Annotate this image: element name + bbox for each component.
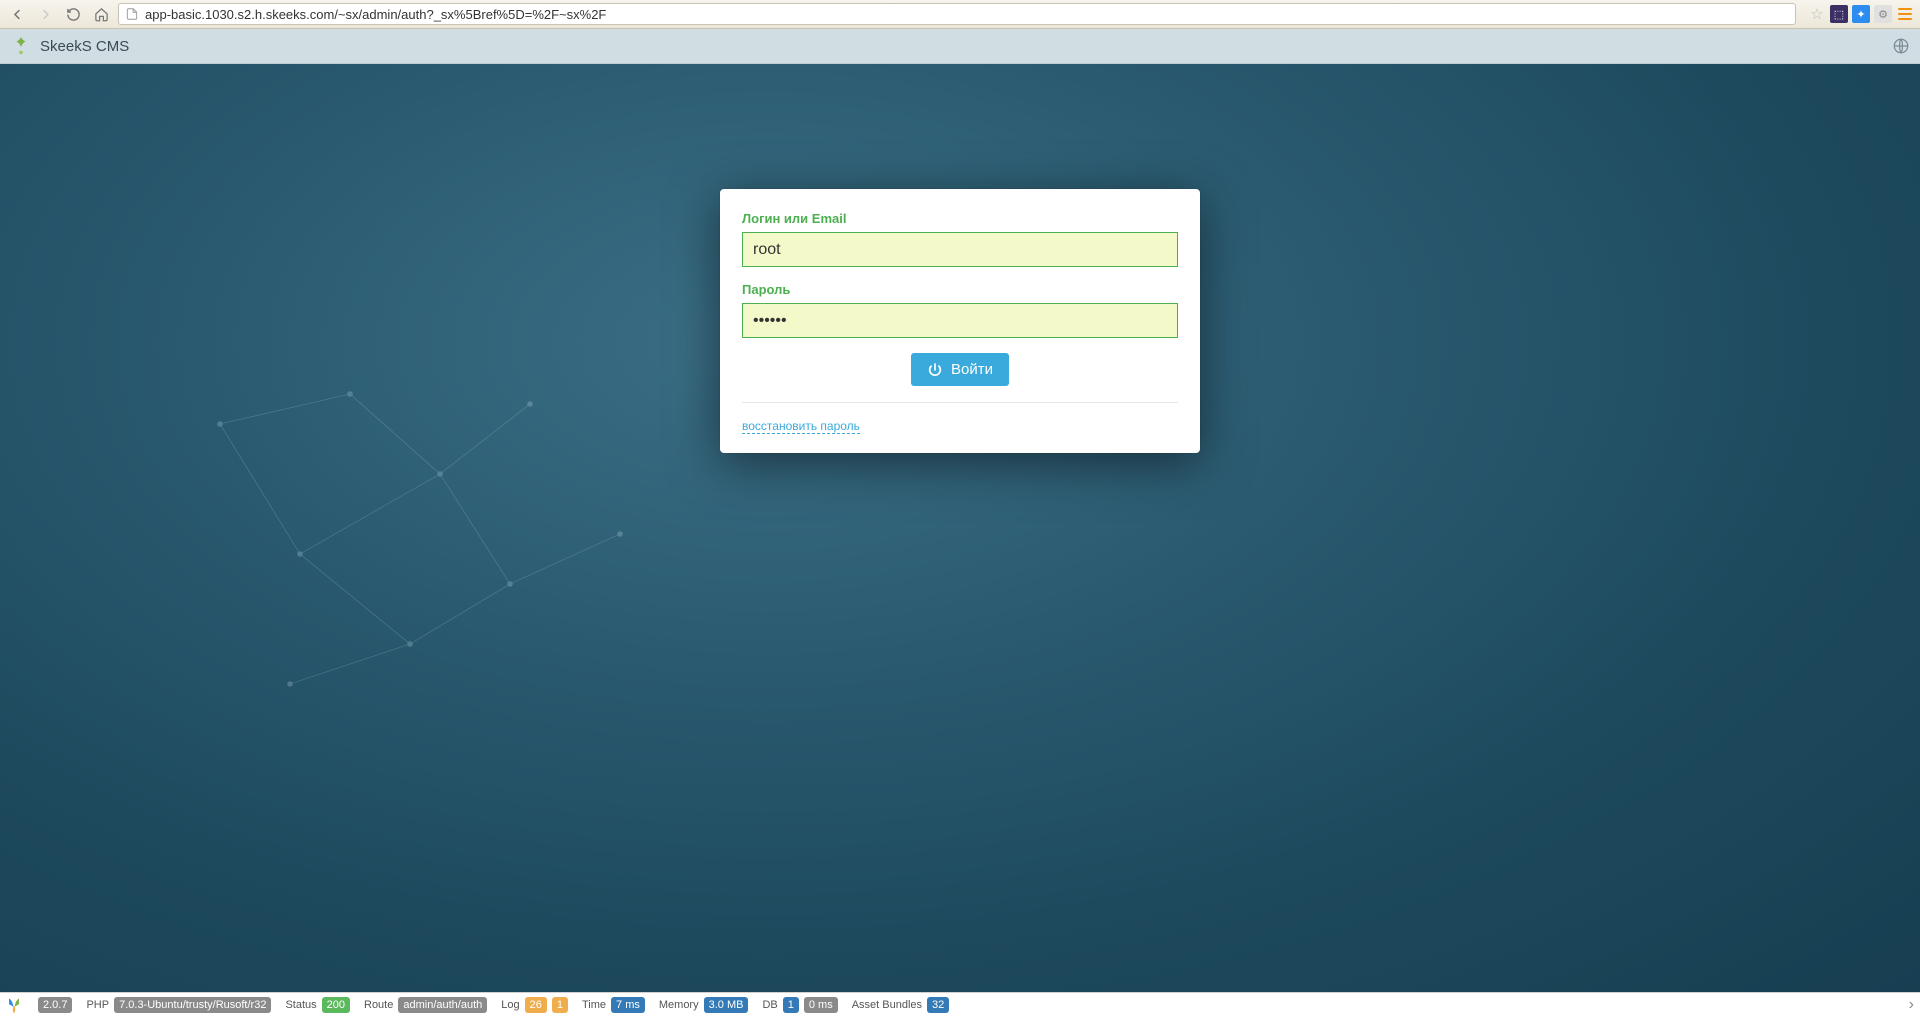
yii-logo-icon[interactable] <box>4 995 24 1015</box>
username-label: Логин или Email <box>742 211 1178 226</box>
debug-version[interactable]: 2.0.7 <box>38 997 72 1013</box>
login-card: Логин или Email Пароль Войти восстановит… <box>720 189 1200 453</box>
debug-log[interactable]: Log 26 1 <box>501 997 568 1013</box>
forward-button <box>34 3 56 25</box>
hamburger-menu-icon[interactable] <box>1896 5 1914 23</box>
url-text: app-basic.1030.s2.h.skeeks.com/~sx/admin… <box>145 7 606 22</box>
password-input[interactable] <box>742 303 1178 338</box>
debug-db[interactable]: DB 1 0 ms <box>762 997 837 1013</box>
power-icon <box>927 362 943 378</box>
debug-status[interactable]: Status 200 <box>285 997 350 1013</box>
login-button[interactable]: Войти <box>911 353 1009 386</box>
extension-icon-1[interactable]: ⬚ <box>1830 5 1848 23</box>
app-title: SkeekS CMS <box>40 38 129 55</box>
extension-icon-2[interactable]: ✦ <box>1852 5 1870 23</box>
address-bar[interactable]: app-basic.1030.s2.h.skeeks.com/~sx/admin… <box>118 3 1796 25</box>
back-button[interactable] <box>6 3 28 25</box>
debug-toolbar: 2.0.7 PHP 7.0.3-Ubuntu/trusty/Rusoft/r32… <box>0 992 1920 1016</box>
extension-icon-3[interactable]: ⚙ <box>1874 5 1892 23</box>
globe-icon[interactable] <box>1892 37 1910 55</box>
main-content: Логин или Email Пароль Войти восстановит… <box>0 64 1920 992</box>
recover-password-link[interactable]: восстановить пароль <box>742 419 860 434</box>
background-mesh <box>180 364 680 714</box>
home-button[interactable] <box>90 3 112 25</box>
browser-chrome: app-basic.1030.s2.h.skeeks.com/~sx/admin… <box>0 0 1920 29</box>
debug-time[interactable]: Time 7 ms <box>582 997 645 1013</box>
password-label: Пароль <box>742 282 1178 297</box>
page-icon <box>125 7 139 21</box>
app-header: SkeekS CMS <box>0 29 1920 64</box>
app-logo-icon <box>10 35 32 57</box>
username-input[interactable] <box>742 232 1178 267</box>
divider <box>742 402 1178 403</box>
chrome-toolbar-right: ☆ ⬚ ✦ ⚙ <box>1802 5 1914 23</box>
debug-php[interactable]: PHP 7.0.3-Ubuntu/trusty/Rusoft/r32 <box>86 997 271 1013</box>
debug-assets[interactable]: Asset Bundles 32 <box>852 997 950 1013</box>
reload-button[interactable] <box>62 3 84 25</box>
login-button-label: Войти <box>951 361 993 378</box>
debug-collapse-icon[interactable]: › <box>1909 996 1914 1014</box>
debug-route[interactable]: Route admin/auth/auth <box>364 997 487 1013</box>
debug-memory[interactable]: Memory 3.0 MB <box>659 997 749 1013</box>
bookmark-star-icon[interactable]: ☆ <box>1808 5 1826 23</box>
